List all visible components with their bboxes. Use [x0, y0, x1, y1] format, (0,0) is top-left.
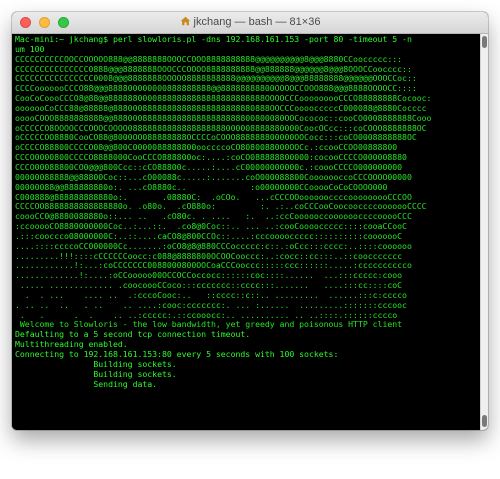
terminal-line: ..... ............. .coocoooCCoco:::cccc…	[15, 281, 403, 291]
title-bar[interactable]: jkchang — bash — 81×36	[12, 12, 488, 34]
terminal-line: CCCCCCCCCCCCCCCC0008@@@8888888OOOOO88888…	[15, 74, 417, 84]
terminal-line: :ccooooCO8880000000Coc..:...::. .co8@0Co…	[15, 222, 407, 232]
terminal-line: . . . . .. ..:ccccc:.::ccooocc:.. ......…	[15, 310, 398, 320]
terminal-line: ............!:...:coCCCCCCC0088000800OOC…	[15, 261, 412, 271]
scrollbar-top-cap	[482, 36, 487, 48]
terminal-line: .:::cooccco08000000C:..::....caCO8@800CC…	[15, 231, 403, 241]
terminal-line: Building sockets.	[15, 359, 177, 369]
terminal-line: oCCCCCO8OOOOCCCOOOCOOOO08888888888888888…	[15, 123, 427, 133]
terminal-output[interactable]: Mac-mini:~ jkchang$ perl slowloris.pl -d…	[12, 34, 480, 430]
terminal-line: Multithreading enabled.	[15, 340, 128, 350]
terminal-line: Mac-mini:~ jkchang$ perl slowloris.pl -d…	[15, 35, 412, 44]
terminal-line: Welcome to Slowloris - the low bandwidth…	[15, 320, 403, 330]
window-title-text: jkchang — bash — 81×36	[193, 16, 321, 28]
terminal-line: CCCO00088800CO0@@@800Ccc::cCO88800c.....…	[15, 162, 403, 172]
home-icon	[180, 16, 190, 26]
terminal-line: C000888@888888888880o:. .08880C: .oCOo. …	[15, 192, 412, 202]
terminal-line: ooooooCoCCC88@88888@88800088888888888888…	[15, 103, 427, 113]
terminal-window: jkchang — bash — 81×36 Mac-mini:~ jkchan…	[12, 12, 488, 430]
terminal-line: .........!!!::::cCCCCCCoocc:c088@8888800…	[15, 251, 403, 261]
terminal-line: . .. .. .. . .. .. ....:cooc:ccccccc:. .…	[15, 300, 407, 310]
terminal-line: 00000088888@@88800Coc::...cO00088c.....:…	[15, 172, 412, 182]
terminal-line: 00000088@@888888880o:. ...cO8880c.. :o00…	[15, 182, 388, 192]
terminal-line: .............!:....:oCCooooo00OCCOCCocco…	[15, 271, 403, 281]
terminal-line: oCCCCO88800CCCCO08@@800C0000088888800ooc…	[15, 143, 398, 153]
terminal-line: Sending data.	[15, 379, 158, 389]
terminal-line: CCCCOO8888888888888880o. .o80o. .cO880o:…	[15, 202, 427, 212]
terminal-line: ....::::ccccoCC000000Cc.......:oCO8@8@88…	[15, 241, 412, 251]
terminal-line: CCCCCCCCCCOOCCOOOOO888@@8888888OOOCCOOO8…	[15, 54, 403, 64]
terminal-line: Building sockets.	[15, 369, 177, 379]
terminal-line: Connecting to 192.168.161.153:80 every 5…	[15, 350, 339, 359]
scrollbar-thumb[interactable]	[482, 415, 487, 427]
terminal-line: ooooCOOO8888888888@@88800088888888888888…	[15, 113, 432, 123]
terminal-line: CCCCCCCCCCCCCCC0888@@@8888888OOOCCCOOOO8…	[15, 64, 412, 74]
window-title: jkchang — bash — 81×36	[12, 16, 488, 28]
terminal-line: um 100	[15, 44, 45, 54]
scrollbar[interactable]	[480, 34, 488, 430]
terminal-line: CCCCooooooCCCO88@@@888800000000888888888…	[15, 84, 417, 94]
terminal-line: Defaulting to a 5 second tcp connection …	[15, 330, 251, 340]
terminal-line: coooCC0@8880088880o::... .. .cO80c. . ..…	[15, 212, 412, 222]
terminal-line: . . ... .... .. .:cccoCooc:.. ::cccc::c:…	[15, 290, 407, 300]
terminal-line: CooCoCoooCCCO8@88@@888888000088888888888…	[15, 94, 432, 104]
terminal-line: CCCO0000800CCCCO8888000CooCCCO888800oc:.…	[15, 153, 407, 163]
terminal-line: oCCCCCOO8880CooCO88@8000OO088888888OCCCC…	[15, 133, 417, 143]
